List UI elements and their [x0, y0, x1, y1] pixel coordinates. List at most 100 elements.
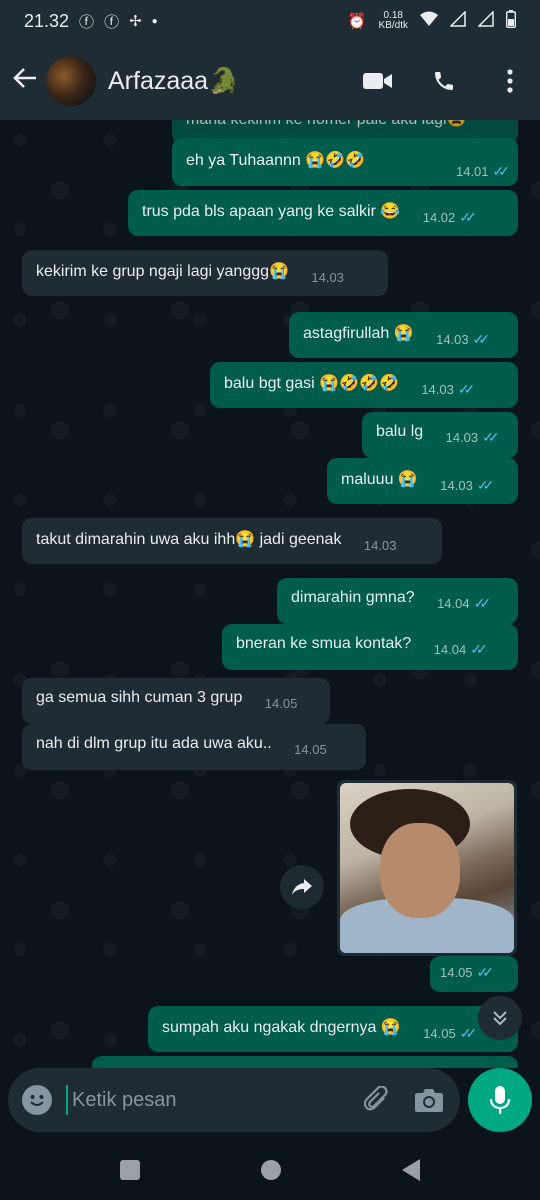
recents-icon[interactable] — [120, 1160, 141, 1180]
read-ticks-icon: ✓✓ — [473, 595, 492, 611]
message-bubble-outgoing[interactable]: maluuu 😭 14.03 ✓✓ — [327, 458, 518, 504]
status-time: 21.32 — [24, 10, 70, 31]
message-text: eh ya Tuhaannn 😭🤣🤣 — [186, 152, 365, 169]
message-time: 14.03 ✓✓ — [445, 429, 500, 446]
message-time-value: 14.05 — [440, 965, 473, 980]
message-time: 14.02 ✓✓ — [422, 209, 477, 226]
message-bubble-outgoing-partial[interactable] — [92, 1056, 518, 1068]
message-bubble-outgoing[interactable]: bneran ke smua kontak? 14.04 ✓✓ — [222, 624, 518, 670]
message-text: takut dimarahin uwa aku ihh😭 jadi geenak — [36, 531, 342, 548]
status-left: 21.32 ⓕ ⓕ ✢ ● — [24, 11, 158, 32]
read-ticks-icon: ✓✓ — [472, 331, 491, 347]
signal-icon — [477, 10, 494, 31]
photo-crying-person[interactable] — [340, 783, 514, 953]
message-time: 14.05 ✓✓ — [440, 964, 494, 981]
message-text: balu bgt gasi 😭🤣🤣🤣 — [224, 375, 399, 392]
message-time-value: 14.02 — [422, 210, 456, 225]
message-time-value: 14.04 — [437, 596, 470, 611]
dot-icon: ● — [151, 15, 158, 27]
message-time-value: 14.03 — [421, 382, 454, 397]
message-bubble-outgoing[interactable]: balu bgt gasi 😭🤣🤣🤣 14.03 ✓✓ — [210, 362, 518, 408]
forward-icon — [292, 879, 312, 895]
wifi-icon — [420, 11, 438, 31]
alarm-icon: ⏰ — [347, 13, 367, 30]
phone-call-icon[interactable] — [426, 63, 462, 99]
signal-icon — [449, 10, 466, 31]
message-input[interactable] — [66, 1085, 342, 1115]
message-time: 14.03 ✓✓ — [421, 381, 476, 398]
facebook-icon: ⓕ — [79, 13, 95, 31]
forward-button[interactable] — [280, 865, 324, 909]
message-time: 14.03 ✓✓ — [440, 477, 495, 494]
battery-icon — [505, 10, 517, 32]
message-text: ga semua sihh cuman 3 grup — [36, 689, 243, 706]
message-bubble-incoming[interactable]: nah di dlm grup itu ada uwa aku.. 14.05 — [22, 724, 366, 770]
read-ticks-icon: ✓✓ — [476, 477, 495, 493]
message-text: maluuu 😭 — [341, 471, 418, 488]
message-text: mana kekirim ke nomer pale aku lagi😩 — [186, 120, 466, 129]
status-bar: 21.32 ⓕ ⓕ ✢ ● ⏰ 0.18 KB/dtk — [0, 0, 540, 42]
message-bubble-incoming[interactable]: ga semua sihh cuman 3 grup 14.05 — [22, 678, 330, 724]
chat-area[interactable]: mana kekirim ke nomer pale aku lagi😩 eh … — [0, 120, 540, 1068]
message-time: 14.05 ✓✓ — [423, 1025, 478, 1042]
double-chevron-down-icon — [493, 1011, 507, 1026]
message-time: 14.04 ✓✓ — [437, 595, 492, 612]
read-ticks-icon: ✓✓ — [459, 1025, 478, 1041]
image-message[interactable] — [337, 780, 517, 956]
message-time-value: 14.05 — [423, 1026, 456, 1041]
more-vert-icon[interactable] — [492, 63, 528, 99]
message-time: 14.03 — [311, 270, 344, 285]
scroll-down-button[interactable] — [478, 996, 522, 1040]
message-bubble-outgoing[interactable]: balu lg 14.03 ✓✓ — [362, 412, 518, 458]
message-text: nah di dlm grup itu ada uwa aku.. — [36, 735, 272, 752]
video-call-icon[interactable] — [360, 63, 396, 99]
message-time: 14.03 — [363, 538, 397, 553]
contact-name[interactable]: Arfazaaa🐊 — [108, 67, 330, 96]
read-ticks-icon: ✓✓ — [482, 429, 500, 445]
message-time-value: 14.03 — [445, 430, 479, 445]
message-bubble-outgoing[interactable]: dimarahin gmna? 14.04 ✓✓ — [277, 578, 518, 624]
net-speed-unit: KB/dtk — [378, 20, 408, 31]
message-time: 14.03 ✓✓ — [436, 331, 491, 348]
back-triangle-icon[interactable] — [401, 1159, 420, 1181]
message-bubble-incoming[interactable]: takut dimarahin uwa aku ihh😭 jadi geenak… — [22, 518, 442, 564]
message-text: kekirim ke grup ngaji lagi yanggg😭 — [36, 263, 289, 280]
message-text: balu lg — [376, 423, 424, 440]
back-arrow-icon[interactable] — [12, 64, 42, 98]
camera-icon[interactable] — [412, 1083, 446, 1117]
system-nav-bar — [0, 1140, 540, 1200]
message-text: bneran ke smua kontak? — [236, 635, 412, 652]
chat-header: Arfazaaa🐊 — [0, 42, 540, 120]
home-icon[interactable] — [260, 1160, 281, 1180]
message-bubble-outgoing[interactable]: sumpah aku ngakak dngernya 😭 14.05 ✓✓ — [148, 1006, 518, 1052]
message-bubble-outgoing[interactable]: eh ya Tuhaannn 😭🤣🤣 14.01 ✓✓ — [172, 138, 518, 186]
attach-icon[interactable] — [360, 1083, 394, 1117]
read-ticks-icon: ✓✓ — [470, 641, 488, 657]
message-time: 14.05 — [294, 742, 327, 757]
message-time-value: 14.03 — [440, 478, 473, 493]
read-ticks-icon: ✓✓ — [492, 163, 511, 179]
mic-button[interactable] — [468, 1068, 532, 1132]
compose-box[interactable] — [8, 1068, 460, 1132]
message-time-value: 14.01 — [455, 164, 489, 179]
read-ticks-icon: ✓✓ — [457, 381, 476, 397]
avatar[interactable] — [46, 56, 96, 106]
net-speed: 0.18 KB/dtk — [379, 11, 408, 31]
image-time-bubble: 14.05 ✓✓ — [430, 956, 518, 992]
message-time-value: 14.04 — [433, 642, 467, 657]
emoji-icon[interactable] — [22, 1085, 52, 1115]
photo-face — [380, 823, 460, 918]
status-right: ⏰ 0.18 KB/dtk — [347, 10, 517, 32]
pinwheel-icon: ✢ — [129, 13, 142, 30]
message-time-value: 14.03 — [436, 332, 469, 347]
message-time: 14.05 — [264, 696, 298, 711]
facebook-icon: ⓕ — [104, 13, 120, 31]
message-bubble-outgoing[interactable]: trus pda bls apaan yang ke salkir 😂 14.0… — [128, 190, 518, 236]
message-bubble-incoming[interactable]: kekirim ke grup ngaji lagi yanggg😭 14.03 — [22, 250, 388, 296]
message-bubble-outgoing[interactable]: astagfirullah 😭 14.03 ✓✓ — [289, 312, 518, 358]
read-ticks-icon: ✓✓ — [459, 209, 477, 225]
message-text: dimarahin gmna? — [291, 589, 415, 606]
message-time: 14.04 ✓✓ — [433, 641, 488, 658]
compose-area — [0, 1068, 540, 1140]
mic-icon — [489, 1086, 511, 1114]
